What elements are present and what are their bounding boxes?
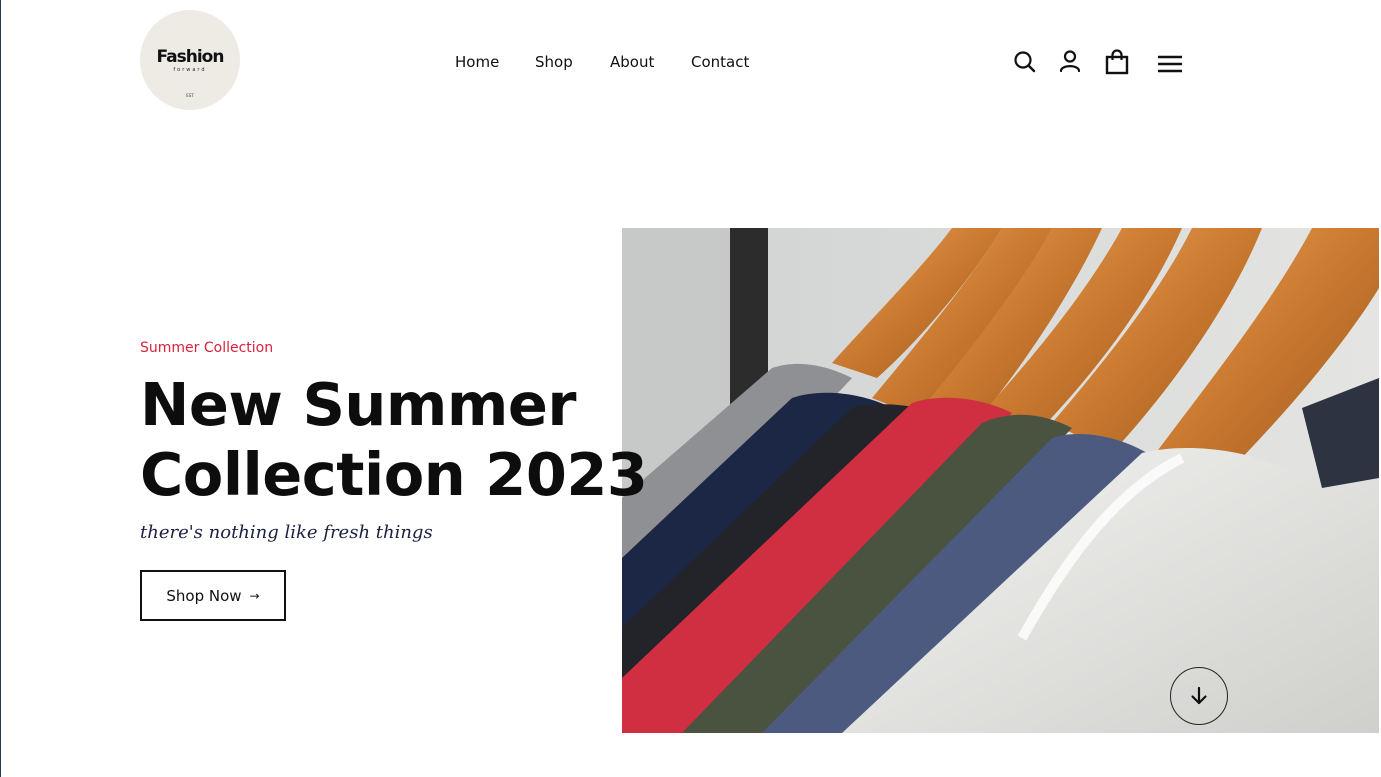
arrow-right-icon: → <box>249 588 260 603</box>
shopping-bag-icon[interactable] <box>1104 48 1130 76</box>
logo-wordmark: Fashion <box>156 47 225 67</box>
hero-headline: New Summer Collection 2023 <box>140 370 648 510</box>
nav-contact[interactable]: Contact <box>691 53 749 71</box>
nav-home[interactable]: Home <box>455 53 499 71</box>
hero-tagline: there's nothing like fresh things <box>140 522 433 543</box>
nav-about[interactable]: About <box>610 53 654 71</box>
hero-image <box>622 228 1379 733</box>
user-icon[interactable] <box>1057 48 1083 76</box>
nav-shop[interactable]: Shop <box>535 53 573 71</box>
logo-subtitle: forward <box>173 67 207 73</box>
page: Fashion forward EST Home Shop About Cont… <box>0 0 1381 777</box>
shop-now-label: Shop Now <box>166 586 242 605</box>
arrow-down-icon <box>1191 686 1207 705</box>
site-logo[interactable]: Fashion forward EST <box>140 10 240 110</box>
hero-eyebrow: Summer Collection <box>140 340 274 356</box>
menu-icon[interactable] <box>1156 48 1184 76</box>
shop-now-button[interactable]: Shop Now → <box>140 570 286 621</box>
search-icon[interactable] <box>1012 48 1038 76</box>
hero-headline-line-2: Collection 2023 <box>140 440 648 509</box>
scroll-down-button[interactable] <box>1170 667 1228 725</box>
hero-headline-line-1: New Summer <box>140 370 577 439</box>
logo-badge: EST <box>186 93 194 98</box>
